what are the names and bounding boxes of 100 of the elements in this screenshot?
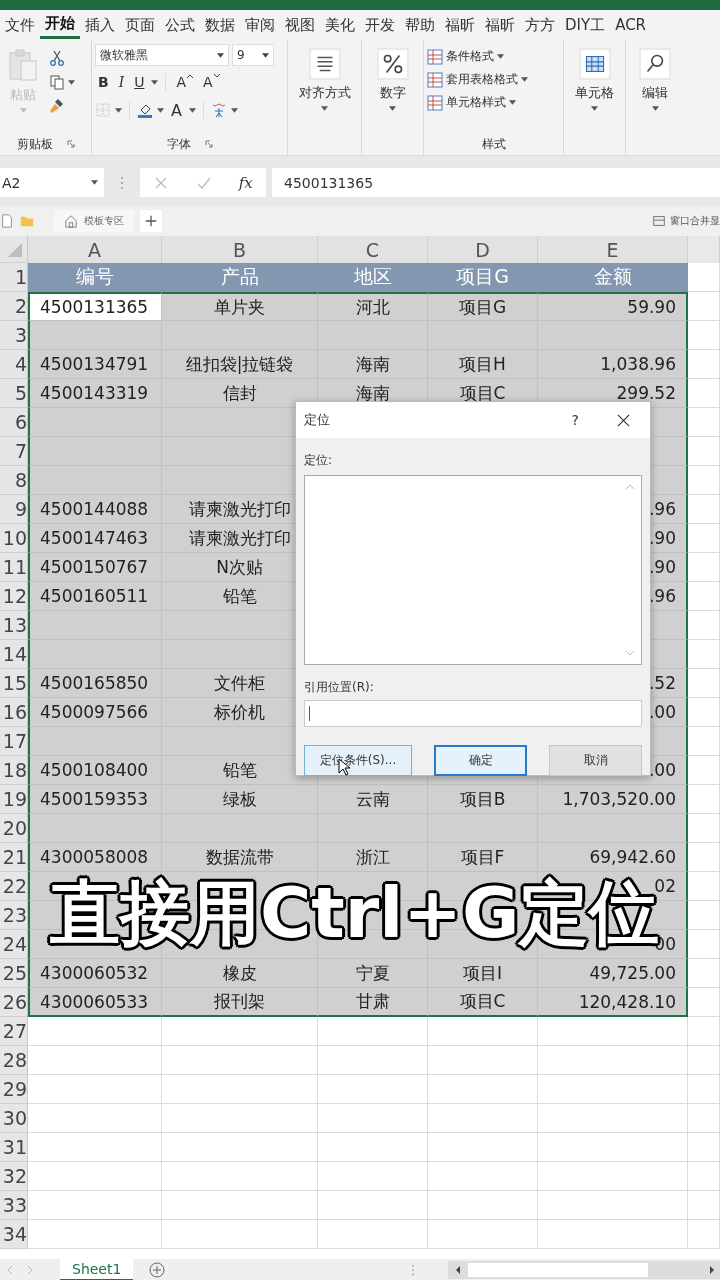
row-header[interactable]: 18 xyxy=(0,756,28,785)
row-header[interactable]: 2 xyxy=(0,292,28,321)
row-header[interactable]: 27 xyxy=(0,1017,28,1046)
column-header[interactable]: C xyxy=(318,236,428,263)
ribbon-tab[interactable]: 公式 xyxy=(160,11,200,39)
underline-button[interactable]: U xyxy=(131,74,148,90)
ribbon-tab[interactable]: 福昕 xyxy=(440,11,480,39)
row-header[interactable]: 14 xyxy=(0,640,28,669)
ribbon-tab[interactable]: 福昕 xyxy=(480,11,520,39)
dialog-button[interactable]: 取消 xyxy=(549,745,642,776)
row-header[interactable]: 32 xyxy=(0,1162,28,1191)
add-sheet-icon[interactable] xyxy=(149,1262,166,1278)
scroll-left-icon[interactable] xyxy=(454,1265,462,1275)
ribbon-tab[interactable]: 视图 xyxy=(280,11,320,39)
phonetic-icon[interactable] xyxy=(210,102,227,118)
border-icon[interactable] xyxy=(95,102,111,118)
editing-button[interactable]: 编辑 xyxy=(629,44,681,111)
ribbon-tab[interactable]: 审阅 xyxy=(240,11,280,39)
column-header[interactable] xyxy=(688,236,720,263)
insert-function-button[interactable]: fx xyxy=(238,173,253,192)
add-icon[interactable] xyxy=(140,210,162,232)
reference-list[interactable] xyxy=(304,475,642,665)
ribbon-tab[interactable]: 美化 xyxy=(320,11,360,39)
row-header[interactable]: 12 xyxy=(0,582,28,611)
ribbon-tab[interactable]: 帮助 xyxy=(400,11,440,39)
row-header[interactable]: 33 xyxy=(0,1191,28,1220)
row-header[interactable]: 9 xyxy=(0,495,28,524)
cells-button[interactable]: 单元格 xyxy=(567,44,622,111)
row-header[interactable]: 26 xyxy=(0,988,28,1017)
copy-icon[interactable] xyxy=(49,74,65,90)
scroll-down-icon[interactable] xyxy=(625,650,635,656)
row-header[interactable]: 34 xyxy=(0,1220,28,1249)
row-header[interactable]: 6 xyxy=(0,408,28,437)
number-format-button[interactable]: 数字 xyxy=(365,44,420,111)
row-header[interactable]: 20 xyxy=(0,814,28,843)
row-header[interactable]: 4 xyxy=(0,350,28,379)
ribbon-tab[interactable]: 数据 xyxy=(200,11,240,39)
column-header[interactable]: D xyxy=(428,236,538,263)
ribbon-tab[interactable]: 文件 xyxy=(0,11,40,39)
dialog-button[interactable]: 确定 xyxy=(434,745,527,776)
row-header[interactable]: 15 xyxy=(0,669,28,698)
fill-color-icon[interactable] xyxy=(137,102,153,118)
drag-handle-icon[interactable] xyxy=(120,174,124,191)
help-button[interactable]: ? xyxy=(571,412,579,428)
horizontal-scrollbar[interactable] xyxy=(448,1261,720,1279)
scroll-right-icon[interactable] xyxy=(708,1265,716,1275)
row-header[interactable]: 23 xyxy=(0,901,28,930)
row-header[interactable]: 30 xyxy=(0,1104,28,1133)
sheet-tab[interactable]: Sheet1 xyxy=(60,1259,134,1280)
window-merge-button[interactable]: 窗口合并显 xyxy=(652,214,720,228)
template-tab[interactable]: 模板专区 xyxy=(54,210,134,232)
row-header[interactable]: 19 xyxy=(0,785,28,814)
style-menu-button[interactable]: 单元格样式 xyxy=(427,94,560,111)
row-header[interactable]: 1 xyxy=(0,263,28,292)
launcher-icon[interactable] xyxy=(204,140,213,148)
scrollbar-thumb[interactable] xyxy=(468,1263,648,1277)
style-menu-button[interactable]: 套用表格格式 xyxy=(427,71,560,88)
format-painter-icon[interactable] xyxy=(49,98,65,114)
row-header[interactable]: 10 xyxy=(0,524,28,553)
row-header[interactable]: 17 xyxy=(0,727,28,756)
row-header[interactable]: 8 xyxy=(0,466,28,495)
column-header[interactable]: A xyxy=(28,236,162,263)
row-header[interactable]: 29 xyxy=(0,1075,28,1104)
row-header[interactable]: 16 xyxy=(0,698,28,727)
name-box[interactable]: A2 xyxy=(0,168,104,197)
folder-icon[interactable] xyxy=(20,214,34,228)
column-header[interactable]: E xyxy=(538,236,688,263)
row-header[interactable]: 7 xyxy=(0,437,28,466)
ribbon-tab[interactable]: 插入 xyxy=(80,11,120,39)
next-sheet-icon[interactable] xyxy=(26,1265,34,1275)
scissors-icon[interactable] xyxy=(49,50,65,66)
close-icon[interactable] xyxy=(617,413,630,427)
ribbon-tab[interactable]: DIY工 xyxy=(560,11,611,39)
row-header[interactable]: 22 xyxy=(0,872,28,901)
italic-button[interactable]: I xyxy=(115,74,128,90)
font-size-dropdown[interactable]: 9 xyxy=(232,44,274,66)
formula-field[interactable]: 4500131365 xyxy=(272,168,720,197)
row-header[interactable]: 31 xyxy=(0,1133,28,1162)
alignment-button[interactable]: 对齐方式 xyxy=(291,44,358,111)
row-header[interactable]: 21 xyxy=(0,843,28,872)
ribbon-tab[interactable]: 方方 xyxy=(520,11,560,39)
shrink-font-button[interactable]: A xyxy=(200,74,223,90)
launcher-icon[interactable] xyxy=(66,140,75,148)
grow-font-button[interactable]: A xyxy=(173,74,197,90)
font-color-button[interactable]: A xyxy=(168,100,185,120)
ribbon-tab[interactable]: 开发 xyxy=(360,11,400,39)
bold-button[interactable]: B xyxy=(95,74,112,90)
column-header[interactable]: B xyxy=(162,236,318,263)
row-header[interactable]: 25 xyxy=(0,959,28,988)
row-header[interactable]: 3 xyxy=(0,321,28,350)
ribbon-tab[interactable]: 页面 xyxy=(120,11,160,39)
row-header[interactable]: 24 xyxy=(0,930,28,959)
style-menu-button[interactable]: 条件格式 xyxy=(427,48,560,65)
row-header[interactable]: 5 xyxy=(0,379,28,408)
file-icon[interactable] xyxy=(0,214,14,228)
previous-sheet-icon[interactable] xyxy=(6,1265,14,1275)
row-header[interactable]: 11 xyxy=(0,553,28,582)
drag-handle-icon[interactable] xyxy=(411,1263,416,1277)
scroll-up-icon[interactable] xyxy=(625,484,635,490)
reference-field[interactable] xyxy=(304,700,642,727)
